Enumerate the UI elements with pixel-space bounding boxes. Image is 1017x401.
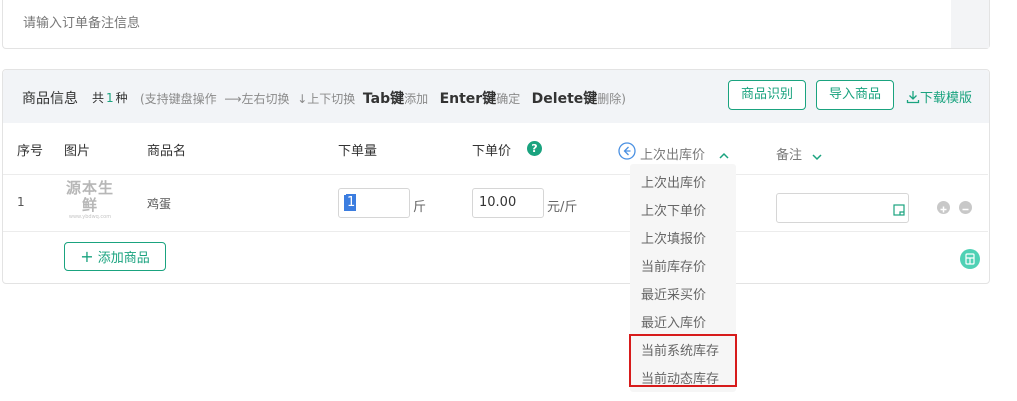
chevron-down-icon[interactable]: [811, 147, 823, 166]
add-goods-button[interactable]: + 添加商品: [64, 242, 166, 271]
dropdown-item-current-stock-price[interactable]: 当前库存价: [641, 256, 706, 275]
dropdown-item-recent-inbound-price[interactable]: 最近入库价: [641, 312, 706, 331]
dropdown-item-last-report-price[interactable]: 上次填报价: [641, 228, 706, 247]
price-input[interactable]: 10.00: [472, 188, 544, 218]
col-remark-header[interactable]: 备注: [776, 144, 802, 163]
order-remark-input[interactable]: 请输入订单备注信息: [2, 0, 990, 49]
highlight-box: [629, 334, 737, 387]
goods-panel-title: 商品信息: [22, 91, 78, 107]
keyboard-hint: (支持键盘操作 ⟶左右切换 ↓上下切换 Tab键添加 Enter键确定 Dele…: [140, 91, 626, 107]
col-name-header: 商品名: [147, 144, 187, 159]
recognize-goods-button[interactable]: 商品识别: [728, 80, 806, 110]
price-value: 10.00: [479, 195, 517, 210]
product-image: 源本生鲜 www.ybdwq.com: [64, 179, 116, 221]
import-goods-button[interactable]: 导入商品: [816, 80, 894, 110]
order-remark-placeholder: 请输入订单备注信息: [23, 16, 141, 31]
col-image-header: 图片: [64, 144, 91, 159]
remark-side-panel: [951, 0, 989, 48]
product-image-watermark: 源本生鲜: [65, 179, 114, 214]
quantity-input[interactable]: 1: [338, 188, 410, 218]
col-price-header: 下单价: [472, 144, 512, 159]
quantity-unit: 斤: [413, 200, 427, 215]
plus-icon: +: [80, 247, 94, 266]
calculator-icon[interactable]: [960, 249, 980, 269]
remove-row-icon[interactable]: [959, 201, 972, 214]
download-icon: [906, 91, 920, 104]
row-index: 1: [17, 195, 25, 209]
quantity-value: 1: [346, 194, 357, 211]
dropdown-item-last-order-price[interactable]: 上次下单价: [641, 200, 706, 219]
col-qty-header: 下单量: [338, 144, 378, 159]
back-arrow-icon[interactable]: [618, 142, 636, 164]
row-divider: [3, 231, 988, 232]
help-icon[interactable]: ?: [527, 141, 542, 156]
edit-note-icon: [893, 204, 906, 221]
dropdown-item-recent-purchase-price[interactable]: 最近采买价: [641, 284, 706, 303]
product-image-url: www.ybdwq.com: [68, 214, 112, 220]
last-out-price-header[interactable]: 上次出库价: [640, 144, 705, 163]
goods-count: 共1种: [92, 91, 128, 105]
row-remark-input[interactable]: [776, 193, 909, 223]
product-name: 鸡蛋: [147, 197, 172, 211]
price-unit: 元/斤: [547, 200, 578, 215]
dropdown-item-last-out-price[interactable]: 上次出库价: [641, 172, 706, 191]
col-index-header: 序号: [17, 144, 44, 159]
header-divider: [3, 174, 988, 175]
chevron-up-icon[interactable]: [718, 146, 730, 165]
download-template-link[interactable]: 下载模版: [906, 87, 972, 106]
add-row-icon[interactable]: [937, 201, 950, 214]
